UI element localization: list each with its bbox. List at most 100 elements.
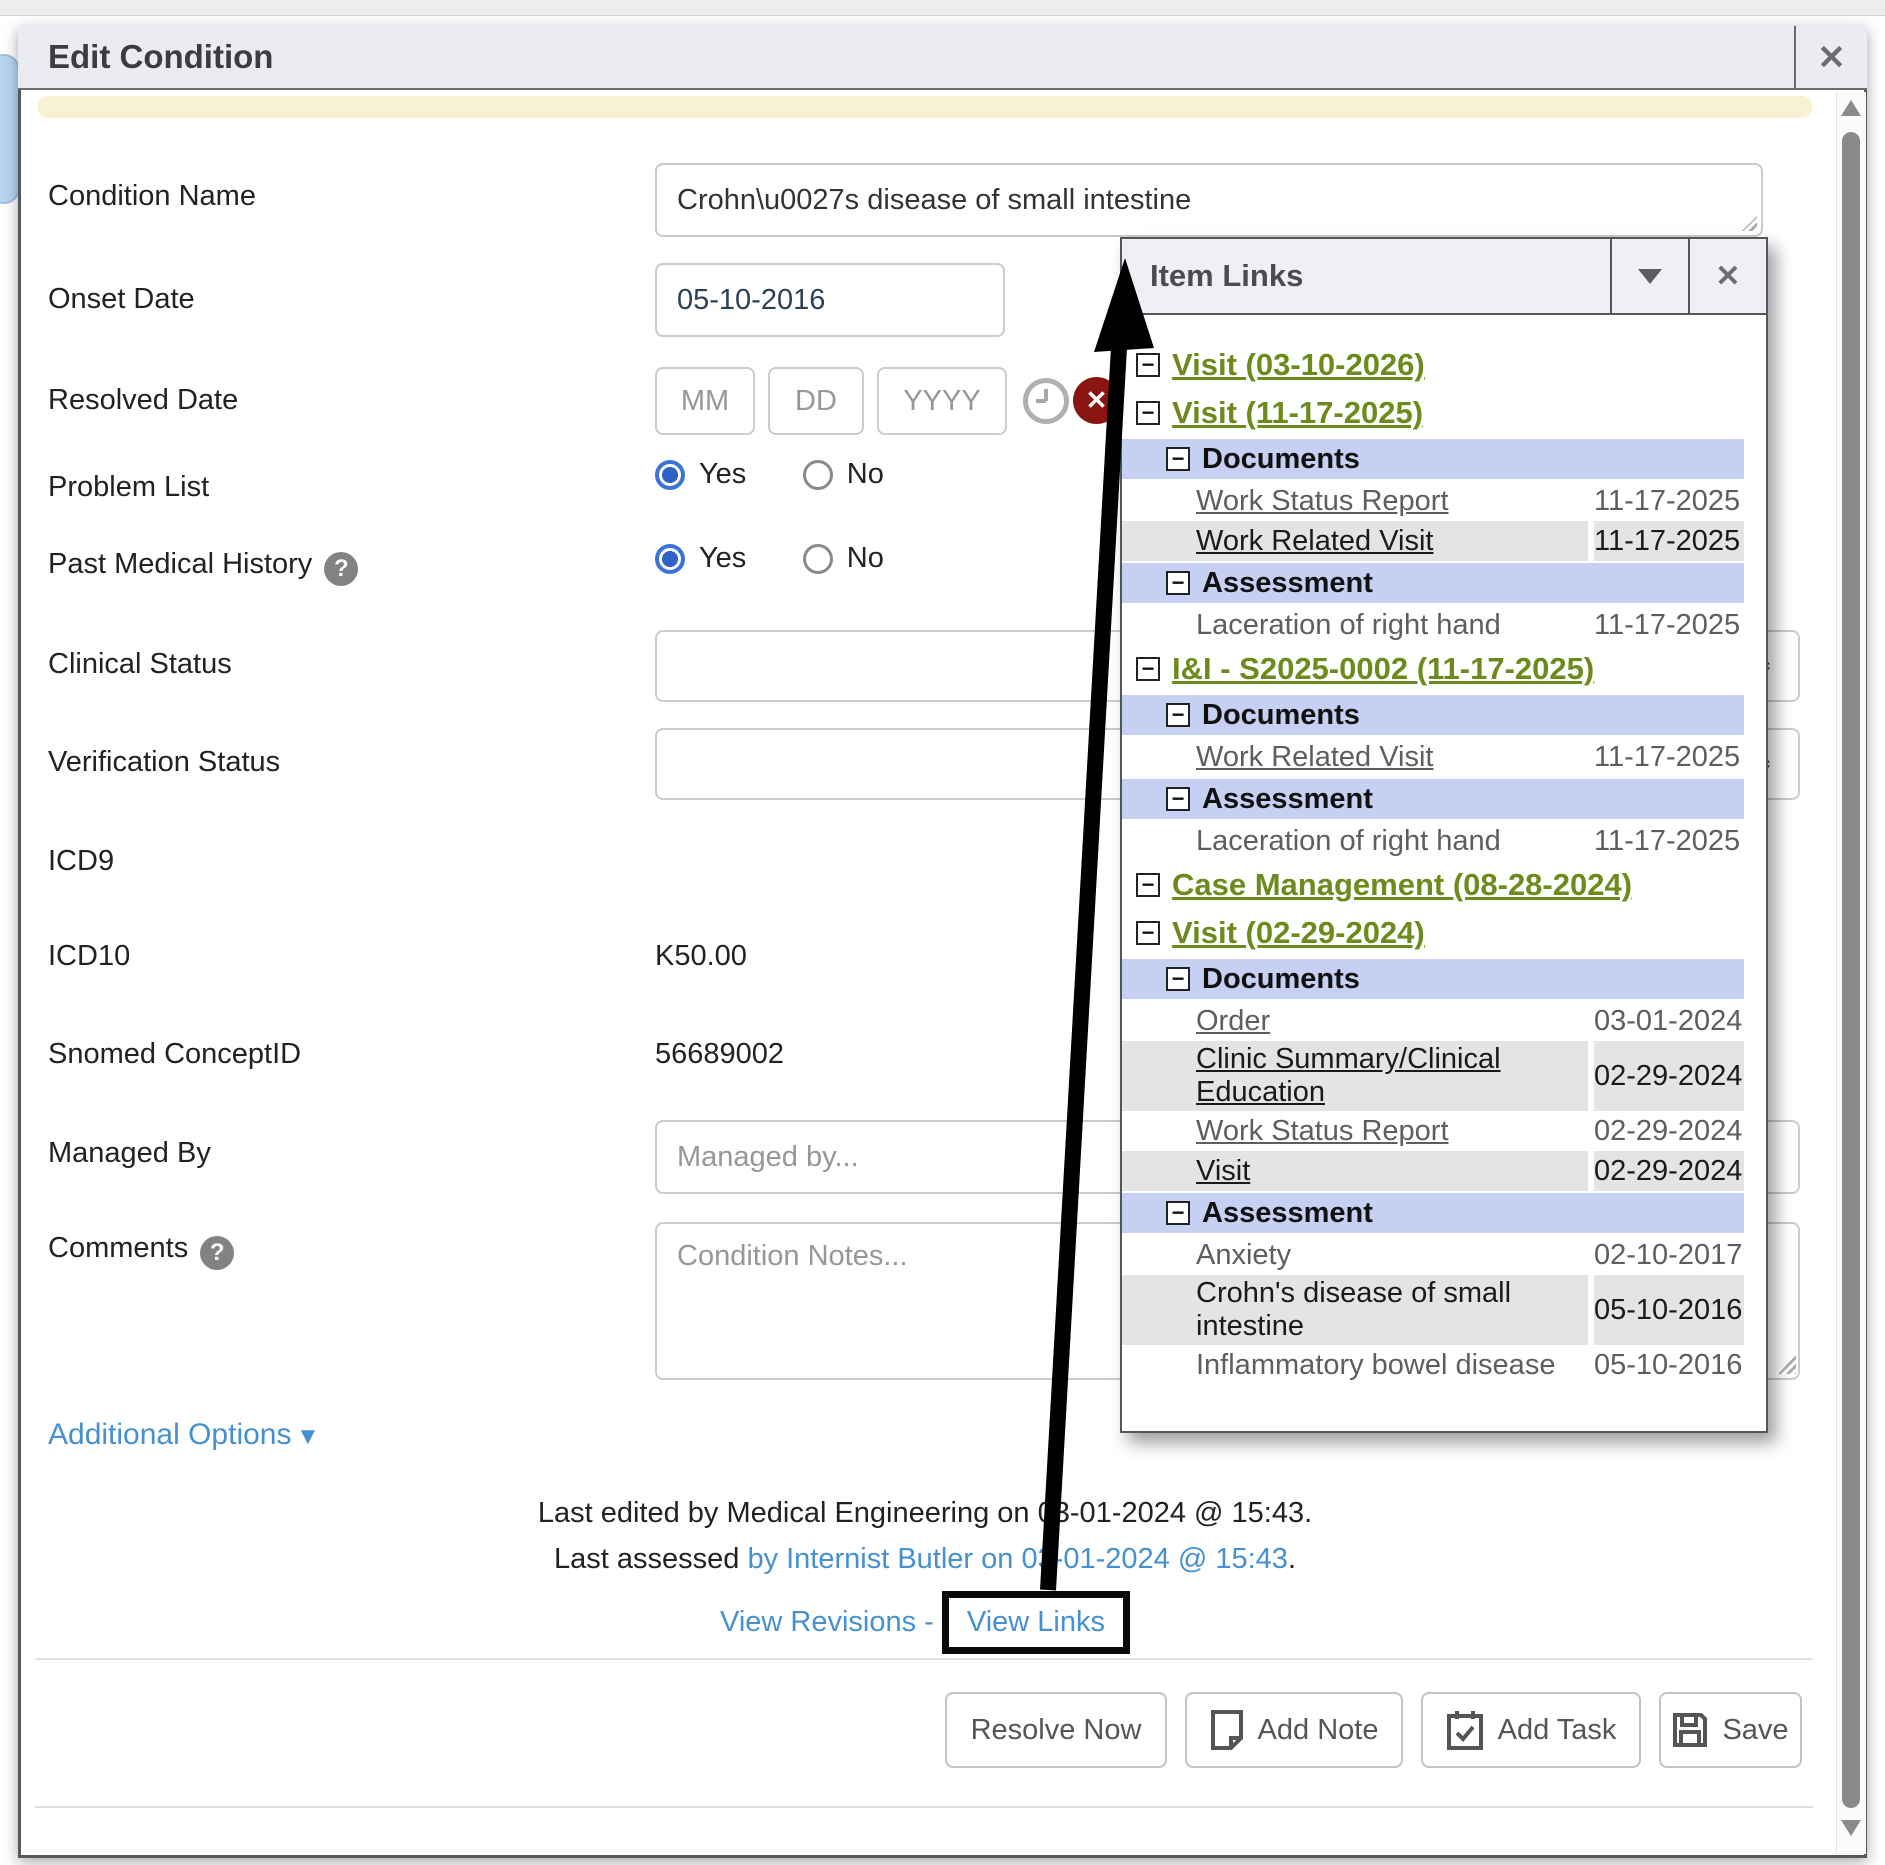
chevron-down-icon: ▼	[296, 1423, 320, 1450]
tree-item-label[interactable]: Work Related Visit	[1122, 521, 1588, 561]
help-icon[interactable]: ?	[200, 1236, 234, 1270]
tree-item-row: Crohn's disease of small intestine05-10-…	[1122, 1275, 1744, 1345]
highlight-band	[38, 96, 1812, 118]
tree-group-label[interactable]: I&I - S2025-0002 (11-17-2025)	[1172, 651, 1594, 687]
last-assessed-link[interactable]: by Internist Butler on 03-01-2024 @ 15:4…	[747, 1543, 1288, 1575]
collapse-icon[interactable]: −	[1166, 787, 1190, 811]
panel-minimize-button[interactable]	[1610, 239, 1688, 313]
minimize-icon	[1638, 269, 1662, 284]
pmh-no-radio[interactable]	[803, 544, 833, 574]
problem-list-yes-label: Yes	[699, 458, 746, 490]
additional-options-link[interactable]: Additional Options ▼	[48, 1418, 320, 1452]
scroll-up-icon[interactable]	[1841, 100, 1861, 116]
tree-item-label[interactable]: Work Related Visit	[1122, 737, 1588, 777]
tree-section-row: −Documents	[1122, 695, 1744, 735]
tree-group-label[interactable]: Case Management (08-28-2024)	[1172, 867, 1632, 903]
tree-section-label[interactable]: Documents	[1202, 443, 1360, 476]
verification-status-label: Verification Status	[48, 746, 280, 779]
resolved-day-input[interactable]	[768, 367, 864, 435]
last-edited-text: Last edited by Medical Engineering on 03…	[35, 1497, 1815, 1530]
item-links-header[interactable]: Item Links ✕	[1122, 239, 1766, 315]
tree-section-label[interactable]: Documents	[1202, 699, 1360, 732]
tree-item-label[interactable]: Work Status Report	[1122, 1111, 1588, 1151]
tree-item-row: Work Status Report02-29-2024	[1122, 1111, 1744, 1151]
add-note-button[interactable]: Add Note	[1185, 1692, 1403, 1768]
tree-item-row: Inflammatory bowel disease05-10-2016	[1122, 1345, 1744, 1385]
resolved-date-label: Resolved Date	[48, 384, 238, 417]
tree-item-label[interactable]: Clinic Summary/Clinical Education	[1122, 1041, 1588, 1111]
clear-date-icon[interactable]: ✕	[1073, 377, 1120, 424]
tree-item-row: Laceration of right hand11-17-2025	[1122, 605, 1744, 645]
scroll-down-icon[interactable]	[1841, 1820, 1861, 1836]
onset-date-input[interactable]	[655, 263, 1005, 337]
bottom-divider	[35, 1806, 1813, 1808]
comments-label: Comments	[48, 1232, 188, 1264]
save-button[interactable]: Save	[1659, 1692, 1802, 1768]
condition-name-input[interactable]	[655, 163, 1763, 237]
problem-list-no-radio[interactable]	[803, 460, 833, 490]
last-assessed-prefix: Last assessed	[554, 1543, 747, 1575]
view-links-annotation-box: View Links	[942, 1591, 1130, 1654]
tree-group-label[interactable]: Visit (02-29-2024)	[1172, 915, 1425, 951]
tree-item-label[interactable]: Work Status Report	[1122, 481, 1588, 521]
background-button-fragment	[0, 54, 20, 204]
collapse-icon[interactable]: −	[1136, 401, 1160, 425]
resolved-month-input[interactable]	[655, 367, 755, 435]
collapse-icon[interactable]: −	[1136, 873, 1160, 897]
collapse-icon[interactable]: −	[1136, 353, 1160, 377]
tree-item-date: 03-01-2024	[1594, 1001, 1744, 1041]
tree-item-date: 05-10-2016	[1594, 1345, 1744, 1385]
add-task-button[interactable]: Add Task	[1421, 1692, 1641, 1768]
resolve-now-button[interactable]: Resolve Now	[945, 1692, 1167, 1768]
close-icon: ✕	[1715, 259, 1740, 294]
tree-section-row: −Documents	[1122, 959, 1744, 999]
pmh-yes-radio[interactable]	[655, 544, 685, 574]
icd10-label: ICD10	[48, 940, 130, 973]
tree-item-label: Inflammatory bowel disease	[1122, 1345, 1588, 1385]
collapse-icon[interactable]: −	[1166, 447, 1190, 471]
tree-group-row: −Visit (02-29-2024)	[1122, 909, 1766, 957]
past-medical-history-label: Past Medical History	[48, 548, 312, 580]
view-revisions-link[interactable]: View Revisions	[720, 1606, 916, 1638]
tree-item-date: 11-17-2025	[1594, 737, 1744, 777]
tree-section-label[interactable]: Assessment	[1202, 567, 1373, 600]
tree-item-date: 11-17-2025	[1594, 521, 1744, 561]
modal-close-button[interactable]: ✕	[1794, 26, 1867, 90]
tree-section-label[interactable]: Assessment	[1202, 783, 1373, 816]
help-icon[interactable]: ?	[324, 552, 358, 586]
tree-item-label[interactable]: Order	[1122, 1001, 1588, 1041]
tree-group-label[interactable]: Visit (03-10-2026)	[1172, 347, 1425, 383]
add-task-label: Add Task	[1498, 1714, 1617, 1747]
tree-section-row: −Assessment	[1122, 779, 1744, 819]
tree-item-label: Anxiety	[1122, 1235, 1588, 1275]
collapse-icon[interactable]: −	[1166, 703, 1190, 727]
tree-item-label: Laceration of right hand	[1122, 821, 1588, 861]
tree-item-label[interactable]: Visit	[1122, 1151, 1588, 1191]
tree-item-row: Visit02-29-2024	[1122, 1151, 1744, 1191]
collapse-icon[interactable]: −	[1166, 967, 1190, 991]
tree-section-label[interactable]: Documents	[1202, 963, 1360, 996]
tree-section-label[interactable]: Assessment	[1202, 1197, 1373, 1230]
additional-options-label: Additional Options	[48, 1418, 292, 1451]
clock-icon[interactable]	[1023, 378, 1069, 424]
problem-list-no-label: No	[847, 458, 884, 490]
collapse-icon[interactable]: −	[1166, 571, 1190, 595]
modal-scrollbar-thumb[interactable]	[1842, 132, 1860, 1808]
footer-divider	[35, 1658, 1813, 1660]
revision-links-row: View Revisions - View Links	[35, 1591, 1815, 1654]
tree-group-row: −I&I - S2025-0002 (11-17-2025)	[1122, 645, 1766, 693]
panel-close-button[interactable]: ✕	[1688, 239, 1766, 313]
tree-group-row: −Visit (03-10-2026)	[1122, 341, 1766, 389]
tree-group-label[interactable]: Visit (11-17-2025)	[1172, 395, 1423, 431]
collapse-icon[interactable]: −	[1166, 1201, 1190, 1225]
resolved-year-input[interactable]	[877, 367, 1007, 435]
edit-condition-screen: Edit Condition ✕ Condition Name Onset Da…	[0, 0, 1885, 1865]
condition-name-label: Condition Name	[48, 180, 256, 213]
tree-item-date: 02-29-2024	[1594, 1041, 1744, 1111]
collapse-icon[interactable]: −	[1136, 657, 1160, 681]
view-links-link[interactable]: View Links	[967, 1606, 1105, 1638]
collapse-icon[interactable]: −	[1136, 921, 1160, 945]
problem-list-label: Problem List	[48, 471, 209, 504]
problem-list-yes-radio[interactable]	[655, 460, 685, 490]
item-links-panel: Item Links ✕ −Visit (03-10-2026)−Visit (…	[1120, 237, 1768, 1433]
